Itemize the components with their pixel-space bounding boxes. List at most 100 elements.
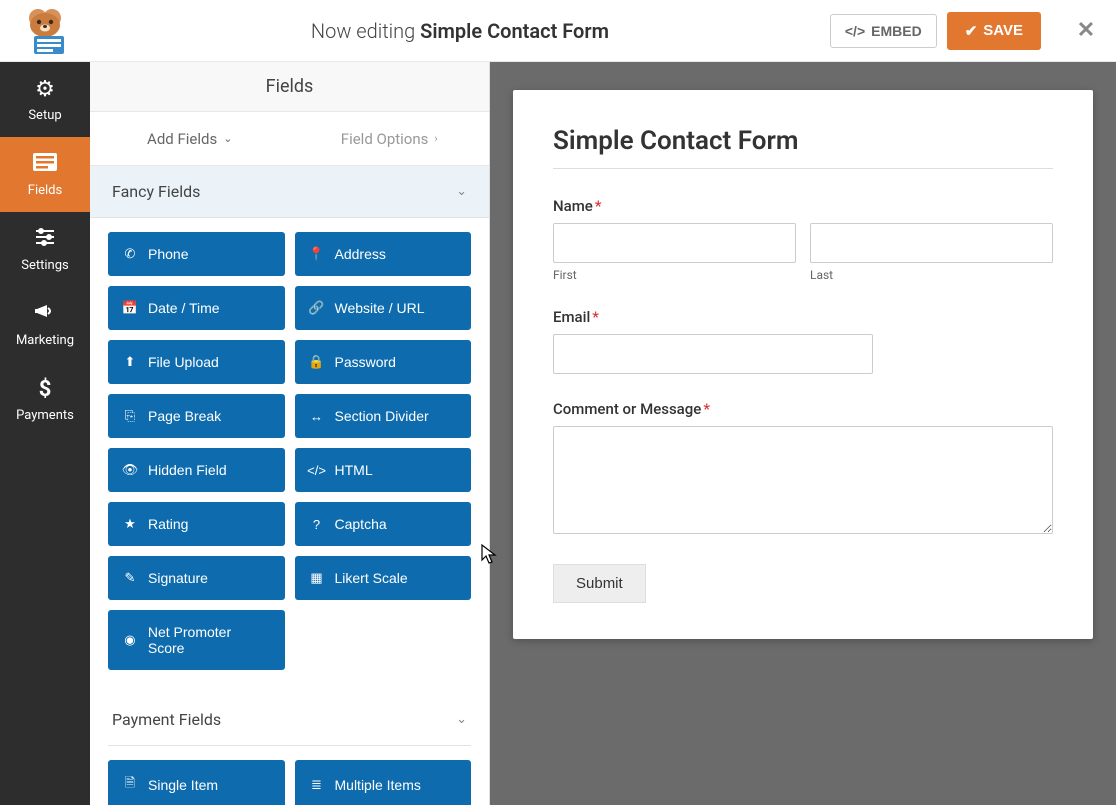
sidebar-label: Payments — [16, 408, 74, 423]
chevron-right-icon: › — [434, 132, 437, 145]
field-type-label: Phone — [148, 246, 188, 262]
bullhorn-icon — [34, 302, 56, 327]
field-type-label: Section Divider — [335, 408, 429, 424]
group-title: Payment Fields — [112, 710, 221, 729]
last-sublabel: Last — [810, 268, 1053, 282]
gauge-icon: ◉ — [122, 632, 138, 648]
field-type-password[interactable]: 🔒 Password — [295, 340, 472, 384]
group-header-payment-fields[interactable]: Payment Fields ⌄ — [108, 694, 471, 746]
field-type-net-promoter-score[interactable]: ◉ Net Promoter Score — [108, 610, 285, 670]
field-type-hidden-field[interactable]: 👁 Hidden Field — [108, 448, 285, 492]
field-type-file-upload[interactable]: ⬆File Upload — [108, 340, 285, 384]
sidebar-label: Setup — [28, 108, 61, 123]
required-asterisk: * — [592, 308, 599, 326]
panel-tabs: Add Fields ⌄ Field Options › — [90, 112, 489, 166]
field-type-likert-scale[interactable]: ▦ Likert Scale — [295, 556, 472, 600]
submit-button[interactable]: Submit — [553, 564, 646, 603]
grid-icon: ▦ — [309, 570, 325, 586]
field-type-page-break[interactable]: ⎘Page Break — [108, 394, 285, 438]
tab-label: Field Options — [341, 130, 429, 148]
comment-textarea[interactable] — [553, 426, 1053, 534]
tab-field-options[interactable]: Field Options › — [290, 112, 490, 165]
sidebar-item-fields[interactable]: Fields — [0, 137, 90, 212]
field-comment[interactable]: Comment or Message* — [553, 400, 1053, 538]
field-type-label: Date / Time — [148, 300, 220, 316]
email-label: Email* — [553, 308, 1053, 326]
phone-icon: ✆ — [122, 246, 138, 262]
field-type-label: Website / URL — [335, 300, 425, 316]
field-type-label: Password — [335, 354, 396, 370]
field-type-multiple-items[interactable]: ≣ Multiple Items — [295, 760, 472, 805]
group-header-fancy-fields[interactable]: Fancy Fields ⌄ — [90, 166, 489, 218]
top-bar: Now editing Simple Contact Form </> EMBE… — [0, 0, 1116, 62]
chevron-down-icon: ⌄ — [223, 132, 232, 145]
save-label: SAVE — [983, 22, 1023, 39]
field-type-address[interactable]: 📍Address — [295, 232, 472, 276]
field-type-single-item[interactable]: 🗎Single Item — [108, 760, 285, 805]
sidebar-item-setup[interactable]: ⚙ Setup — [0, 62, 90, 137]
field-type-section-divider[interactable]: ↔Section Divider — [295, 394, 472, 438]
form-icon — [33, 152, 57, 177]
list-icon: ≣ — [309, 777, 325, 793]
field-type-html[interactable]: </>HTML — [295, 448, 472, 492]
dollar-icon: $ — [39, 377, 52, 402]
fields-scroll[interactable]: Fancy Fields ⌄ ✆ Phone 📍Address 📅 Date / Tim… — [90, 166, 489, 805]
field-type-phone[interactable]: ✆ Phone — [108, 232, 285, 276]
form-preview: Simple Contact Form Name* First Last — [490, 62, 1116, 805]
gear-icon: ⚙ — [35, 77, 55, 102]
editing-prefix: Now editing — [311, 19, 420, 43]
sidebar-label: Marketing — [16, 333, 74, 348]
fancy-fields-grid: ✆ Phone 📍Address 📅 Date / Time 🔗 Website / URL… — [108, 232, 471, 670]
code-icon: </> — [845, 23, 865, 39]
field-type-label: Rating — [148, 516, 188, 532]
field-type-label: Net Promoter Score — [148, 624, 271, 656]
field-type-captcha[interactable]: ?Captcha — [295, 502, 472, 546]
divider — [553, 168, 1053, 169]
required-asterisk: * — [595, 197, 602, 215]
form-title: Simple Contact Form — [553, 126, 1053, 156]
embed-label: EMBED — [871, 23, 922, 39]
field-email[interactable]: Email* — [553, 308, 1053, 374]
comment-label: Comment or Message* — [553, 400, 1053, 418]
field-name[interactable]: Name* First Last — [553, 197, 1053, 282]
sidebar-label: Fields — [28, 183, 62, 198]
close-button[interactable]: ✕ — [1056, 18, 1116, 43]
field-type-rating[interactable]: ★Rating — [108, 502, 285, 546]
lock-icon: 🔒 — [309, 354, 325, 370]
field-type-label: Multiple Items — [335, 777, 421, 793]
app-logo — [0, 6, 90, 56]
calendar-icon: 📅 — [122, 300, 138, 316]
embed-button[interactable]: </> EMBED — [830, 14, 937, 48]
payment-fields-grid: 🗎Single Item ≣ Multiple Items — [108, 760, 471, 805]
code-icon: </> — [309, 463, 325, 478]
save-button[interactable]: ✔ SAVE — [947, 12, 1041, 50]
field-type-date-time[interactable]: 📅 Date / Time — [108, 286, 285, 330]
panel-title: Fields — [90, 62, 489, 112]
form-name: Simple Contact Form — [420, 19, 609, 43]
link-icon: 🔗 — [309, 300, 325, 316]
field-type-label: Hidden Field — [148, 462, 227, 478]
field-type-label: Likert Scale — [335, 570, 408, 586]
email-input[interactable] — [553, 334, 873, 374]
required-asterisk: * — [703, 400, 710, 418]
field-type-label: Signature — [148, 570, 208, 586]
check-icon: ✔ — [965, 22, 978, 40]
form-card[interactable]: Simple Contact Form Name* First Last — [513, 90, 1093, 639]
upload-icon: ⬆ — [122, 354, 138, 370]
field-type-label: Single Item — [148, 777, 218, 793]
field-type-website-url[interactable]: 🔗 Website / URL — [295, 286, 472, 330]
last-name-input[interactable] — [810, 223, 1053, 263]
sidebar-item-marketing[interactable]: Marketing — [0, 287, 90, 362]
tab-add-fields[interactable]: Add Fields ⌄ — [90, 112, 290, 165]
first-name-input[interactable] — [553, 223, 796, 263]
first-sublabel: First — [553, 268, 796, 282]
field-type-label: Captcha — [335, 516, 387, 532]
sidebar-item-payments[interactable]: $ Payments — [0, 362, 90, 437]
sidebar-item-settings[interactable]: Settings — [0, 212, 90, 287]
sidebar-label: Settings — [21, 258, 68, 273]
eye-icon: 👁 — [122, 462, 138, 478]
chevron-down-icon: ⌄ — [456, 184, 467, 199]
sliders-icon — [34, 227, 56, 252]
name-label: Name* — [553, 197, 1053, 215]
field-type-signature[interactable]: ✎Signature — [108, 556, 285, 600]
